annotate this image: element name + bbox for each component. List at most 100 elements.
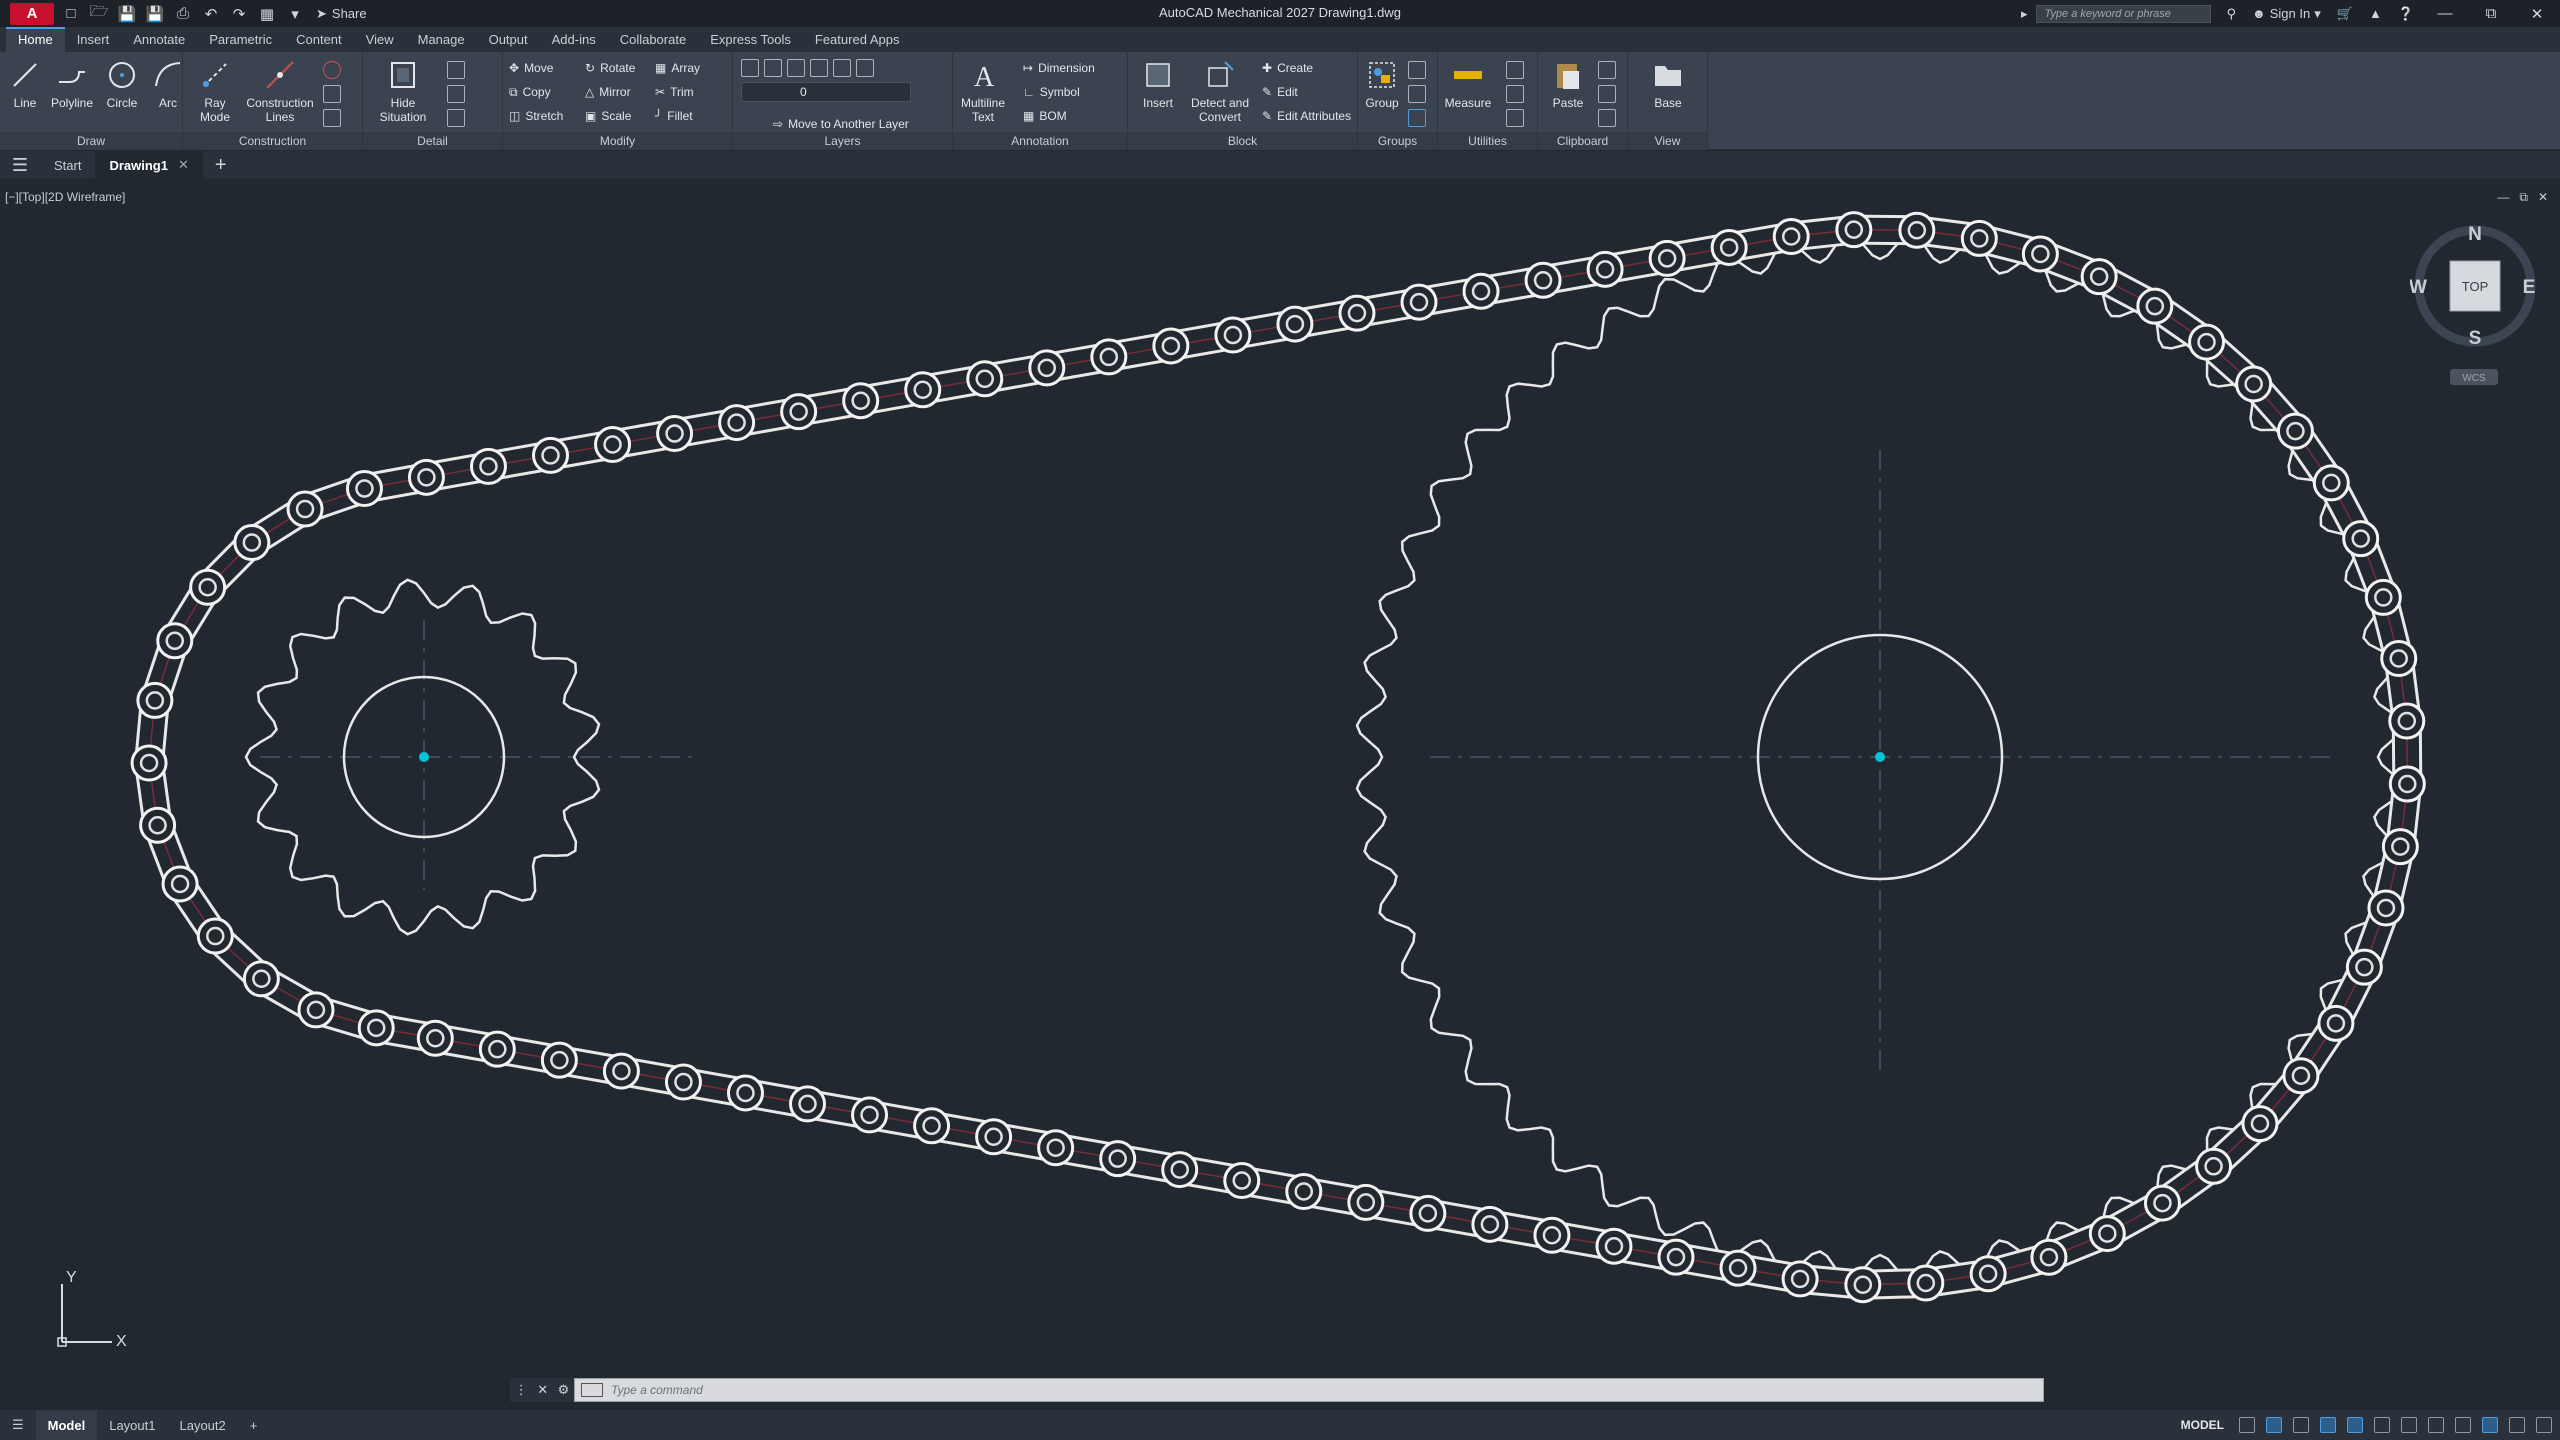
stretch-button[interactable]: ◫ Stretch [509, 106, 563, 126]
layout2-tab[interactable]: Layout2 [167, 1410, 237, 1440]
drawing1-tab[interactable]: Drawing1 ✕ [95, 151, 203, 179]
trim-button[interactable]: ✂ Trim [655, 82, 694, 102]
cart-icon[interactable]: 🛒 [2337, 6, 2353, 22]
search-icon[interactable]: ⚲ [2227, 6, 2237, 22]
ribbon-tab-home[interactable]: Home [6, 27, 65, 52]
help-icon[interactable]: ❔ [2398, 6, 2414, 22]
cut-icon[interactable] [1598, 60, 1616, 80]
ungroup-icon[interactable] [1408, 84, 1426, 104]
save-as-icon[interactable]: 💾 [144, 5, 166, 23]
hide-situation-tool[interactable]: Hide Situation [373, 58, 433, 124]
print-icon[interactable]: ⎙ [172, 5, 194, 23]
grid-icon[interactable] [2239, 1417, 2255, 1433]
construction-lines-tool[interactable]: Construction Lines [245, 58, 315, 124]
utility-1-icon[interactable] [1506, 60, 1524, 80]
ribbon-tab-express-tools[interactable]: Express Tools [698, 27, 803, 52]
ribbon-tab-featured-apps[interactable]: Featured Apps [803, 27, 912, 52]
compass-west-label[interactable]: W [2410, 277, 2427, 298]
match-properties-icon[interactable] [1598, 108, 1616, 128]
group-select-icon[interactable] [1408, 108, 1426, 128]
scale-button[interactable]: ▣ Scale [585, 106, 631, 126]
compass-north-label[interactable]: N [2468, 224, 2482, 245]
workspace-icon[interactable]: ▦ [256, 5, 278, 23]
paste-tool[interactable]: Paste [1538, 58, 1598, 110]
plus-icon[interactable] [2401, 1417, 2417, 1433]
command-input[interactable]: Type a command [574, 1378, 2044, 1402]
command-prompt-icon[interactable] [581, 1383, 603, 1397]
compass-south-label[interactable]: S [2469, 328, 2482, 349]
ortho-icon[interactable] [2293, 1417, 2309, 1433]
cmd-customize-icon[interactable]: ⚙ [558, 1382, 570, 1398]
annotation-scale-icon[interactable] [2428, 1417, 2444, 1433]
layers-panel-title[interactable]: Layers [733, 132, 952, 150]
chain-sprocket-drawing[interactable] [0, 180, 2560, 1410]
construction-cross-icon[interactable] [323, 84, 341, 104]
detail-tool-3-icon[interactable] [447, 108, 465, 128]
osnap-icon[interactable] [2347, 1417, 2363, 1433]
detail-panel-title[interactable]: Detail [363, 132, 502, 150]
measure-tool[interactable]: Measure [1438, 58, 1498, 110]
fillet-button[interactable]: ╯ Fillet [655, 106, 693, 126]
layer-dropdown[interactable]: 0 [741, 82, 911, 102]
group-tool[interactable]: Group [1352, 58, 1412, 110]
vp-minimize-icon[interactable]: — [2497, 190, 2509, 205]
sign-in-button[interactable]: ☻ Sign In ▾ [2252, 6, 2321, 22]
snap-icon[interactable] [2266, 1417, 2282, 1433]
utilities-panel-title[interactable]: Utilities [1438, 132, 1537, 150]
save-icon[interactable]: 💾 [116, 5, 138, 23]
edit-attributes-button[interactable]: ✎ Edit Attributes [1262, 106, 1351, 126]
bom-button[interactable]: ▦ BOM [1023, 106, 1067, 126]
minimize-button[interactable]: — [2422, 0, 2468, 27]
view-panel-title[interactable]: View [1628, 132, 1707, 150]
gear-icon[interactable] [2374, 1417, 2390, 1433]
construction-circle-icon[interactable] [323, 60, 341, 80]
model-space-toggle[interactable]: MODEL [2181, 1418, 2224, 1432]
autodesk-app-icon[interactable]: ▲ [2369, 6, 2382, 21]
cmd-close-icon[interactable]: ✕ [537, 1382, 548, 1398]
compass-east-label[interactable]: E [2523, 277, 2536, 298]
move-button[interactable]: ✥ Move [509, 58, 553, 78]
customize-status-icon[interactable] [2536, 1417, 2552, 1433]
detail-tool-1-icon[interactable] [447, 60, 465, 80]
start-tab[interactable]: Start [40, 151, 95, 179]
restore-button[interactable]: ⧉ [2468, 0, 2514, 27]
construction-panel-title[interactable]: Construction [183, 132, 362, 150]
undo-icon[interactable]: ↶ [200, 5, 222, 23]
draw-panel-title[interactable]: Draw [0, 132, 182, 150]
create-block-button[interactable]: ✚ Create [1262, 58, 1313, 78]
copy-button[interactable]: ⧉ Copy [509, 82, 551, 102]
move-to-layer-button[interactable]: ⇨ Move to Another Layer [773, 114, 909, 134]
viewcube[interactable]: TOP N S E W WCS [2410, 220, 2540, 390]
model-tab[interactable]: Model [35, 1410, 98, 1440]
ribbon-tab-collaborate[interactable]: Collaborate [608, 27, 699, 52]
multiline-text-tool[interactable]: A Multiline Text [953, 58, 1013, 124]
array-button[interactable]: ▦ Array [655, 58, 700, 78]
drawing-viewport[interactable]: [−][Top][2D Wireframe] — ⧉ ✕ TOP N S E W… [0, 180, 2560, 1410]
ray-mode-tool[interactable]: Ray Mode [185, 58, 245, 124]
ribbon-tab-annotate[interactable]: Annotate [121, 27, 197, 52]
isolate-icon[interactable] [2482, 1417, 2498, 1433]
dimension-button[interactable]: ↦ Dimension [1023, 58, 1095, 78]
help-search-input[interactable]: Type a keyword or phrase [2035, 4, 2211, 23]
ribbon-tab-parametric[interactable]: Parametric [197, 27, 284, 52]
redo-icon[interactable]: ↷ [228, 5, 250, 23]
ribbon-tab-manage[interactable]: Manage [406, 27, 477, 52]
groups-panel-title[interactable]: Groups [1358, 132, 1437, 150]
close-tab-icon[interactable]: ✕ [178, 157, 189, 173]
annotation-panel-title[interactable]: Annotation [953, 132, 1127, 150]
modify-panel-title[interactable]: Modify [503, 132, 732, 150]
insert-block-tool[interactable]: Insert [1128, 58, 1188, 110]
ribbon-tab-view[interactable]: View [354, 27, 406, 52]
layer-tools-icon[interactable] [741, 58, 874, 78]
mirror-button[interactable]: △ Mirror [585, 82, 631, 102]
open-file-icon[interactable]: 🗁 [88, 3, 110, 23]
app-menu-button[interactable]: A [10, 2, 54, 25]
ribbon-tab-insert[interactable]: Insert [65, 27, 122, 52]
layout1-tab[interactable]: Layout1 [97, 1410, 167, 1440]
symbol-button[interactable]: ∟ Symbol [1023, 82, 1080, 102]
new-tab-button[interactable]: + [203, 154, 239, 177]
calculator-icon[interactable] [1506, 108, 1524, 128]
block-panel-title[interactable]: Block [1128, 132, 1357, 150]
add-layout-button[interactable]: + [238, 1410, 270, 1440]
share-button[interactable]: ➤ Share [316, 6, 367, 22]
